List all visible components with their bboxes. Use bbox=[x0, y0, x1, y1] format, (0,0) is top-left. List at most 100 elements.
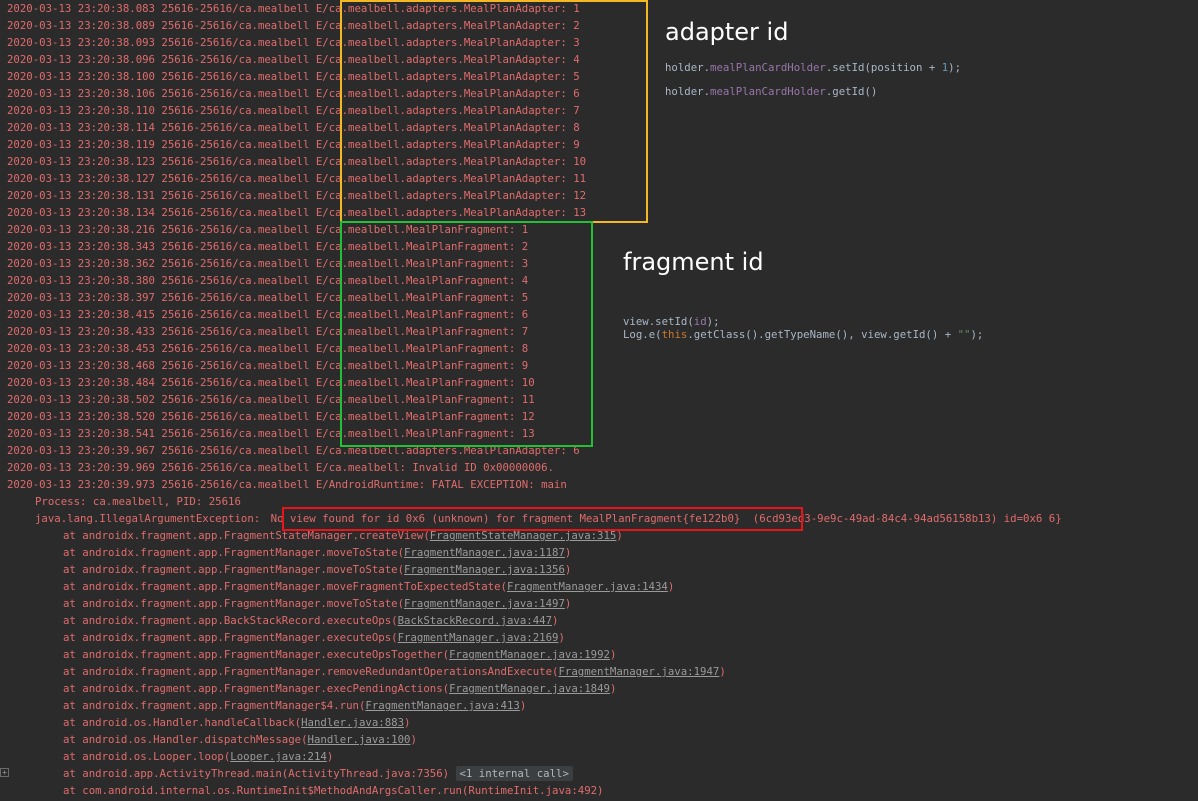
stack-method: at android.app.ActivityThread.main(Activ… bbox=[63, 767, 456, 780]
stack-frame: at androidx.fragment.app.FragmentManager… bbox=[0, 561, 1198, 578]
stack-frame: at android.app.ActivityThread.main(Activ… bbox=[0, 765, 1198, 782]
logcat-output[interactable]: 2020-03-13 23:20:38.083 25616-25616/ca.m… bbox=[0, 0, 1198, 799]
log-message: E/ca.mealbell.adapters.MealPlanAdapter: … bbox=[315, 155, 587, 168]
log-prefix: 2020-03-13 23:20:38.216 25616-25616/ca.m… bbox=[7, 223, 316, 236]
log-line: 2020-03-13 23:20:38.541 25616-25616/ca.m… bbox=[0, 425, 1198, 442]
stack-method: at androidx.fragment.app.FragmentManager… bbox=[63, 597, 405, 610]
stack-frame: at androidx.fragment.app.FragmentManager… bbox=[0, 595, 1198, 612]
source-link[interactable]: FragmentManager.java:1992 bbox=[449, 648, 610, 661]
log-prefix: 2020-03-13 23:20:38.096 25616-25616/ca.m… bbox=[7, 53, 316, 66]
log-message: E/ca.mealbell.MealPlanFragment: 11 bbox=[315, 393, 535, 406]
log-prefix: 2020-03-13 23:20:38.380 25616-25616/ca.m… bbox=[7, 274, 316, 287]
source-link[interactable]: Looper.java:214 bbox=[230, 750, 327, 763]
log-message: E/ca.mealbell.adapters.MealPlanAdapter: … bbox=[315, 53, 580, 66]
log-message: E/ca.mealbell.adapters.MealPlanAdapter: … bbox=[315, 138, 580, 151]
stack-end: ) bbox=[564, 546, 572, 559]
log-message: E/ca.mealbell: Invalid ID 0x00000006. bbox=[315, 461, 554, 474]
stack-end: ) bbox=[558, 631, 565, 644]
log-message: E/ca.mealbell.adapters.MealPlanAdapter: … bbox=[315, 172, 587, 185]
internal-calls-chip[interactable]: <1 internal call> bbox=[455, 766, 573, 781]
adapter-id-heading: adapter id bbox=[665, 18, 789, 46]
log-message: E/ca.mealbell.adapters.MealPlanAdapter: … bbox=[315, 70, 580, 83]
log-line: 2020-03-13 23:20:38.484 25616-25616/ca.m… bbox=[0, 374, 1198, 391]
source-link[interactable]: FragmentManager.java:1947 bbox=[558, 665, 719, 678]
log-prefix: 2020-03-13 23:20:39.973 25616-25616/ca.m… bbox=[7, 478, 316, 491]
log-message: E/ca.mealbell.MealPlanFragment: 4 bbox=[315, 274, 529, 287]
stack-end: ) bbox=[609, 648, 617, 661]
log-message: E/ca.mealbell.MealPlanFragment: 10 bbox=[315, 376, 535, 389]
log-line: 2020-03-13 23:20:38.502 25616-25616/ca.m… bbox=[0, 391, 1198, 408]
adapter-code-line-2: holder.mealPlanCardHolder.getId() bbox=[665, 85, 878, 98]
source-link[interactable]: Handler.java:883 bbox=[301, 716, 404, 729]
log-prefix: 2020-03-13 23:20:38.484 25616-25616/ca.m… bbox=[7, 376, 316, 389]
source-link[interactable]: Handler.java:100 bbox=[308, 733, 411, 746]
log-line: 2020-03-13 23:20:38.453 25616-25616/ca.m… bbox=[0, 340, 1198, 357]
log-prefix: 2020-03-13 23:20:38.397 25616-25616/ca.m… bbox=[7, 291, 316, 304]
stack-end: ) bbox=[616, 529, 623, 542]
stack-method: at androidx.fragment.app.FragmentManager… bbox=[63, 546, 405, 559]
log-message: E/ca.mealbell.MealPlanFragment: 12 bbox=[315, 410, 535, 423]
log-message: E/ca.mealbell.adapters.MealPlanAdapter: … bbox=[315, 206, 587, 219]
log-prefix: 2020-03-13 23:20:38.453 25616-25616/ca.m… bbox=[7, 342, 316, 355]
log-prefix: 2020-03-13 23:20:38.106 25616-25616/ca.m… bbox=[7, 87, 316, 100]
log-message: E/ca.mealbell.MealPlanFragment: 1 bbox=[315, 223, 529, 236]
log-line: 2020-03-13 23:20:38.083 25616-25616/ca.m… bbox=[0, 0, 1198, 17]
stack-end: ) bbox=[410, 733, 417, 746]
log-prefix: 2020-03-13 23:20:38.134 25616-25616/ca.m… bbox=[7, 206, 316, 219]
stack-method: at androidx.fragment.app.FragmentManager… bbox=[63, 682, 450, 695]
stack-method: at androidx.fragment.app.FragmentManager… bbox=[63, 665, 559, 678]
log-line: 2020-03-13 23:20:38.106 25616-25616/ca.m… bbox=[0, 85, 1198, 102]
log-prefix: 2020-03-13 23:20:38.093 25616-25616/ca.m… bbox=[7, 36, 316, 49]
stack-frame: at androidx.fragment.app.FragmentManager… bbox=[0, 544, 1198, 561]
log-prefix: 2020-03-13 23:20:38.415 25616-25616/ca.m… bbox=[7, 308, 316, 321]
source-link[interactable]: FragmentStateManager.java:315 bbox=[430, 529, 617, 542]
exception-line: java.lang.IllegalArgumentException: No v… bbox=[0, 510, 1198, 527]
stack-method: at androidx.fragment.app.BackStackRecord… bbox=[63, 614, 398, 627]
stack-end: ) bbox=[667, 580, 675, 593]
stack-end: ) bbox=[552, 614, 559, 627]
source-link[interactable]: FragmentManager.java:1434 bbox=[507, 580, 668, 593]
source-link[interactable]: FragmentManager.java:1187 bbox=[404, 546, 565, 559]
log-prefix: 2020-03-13 23:20:38.502 25616-25616/ca.m… bbox=[7, 393, 316, 406]
log-prefix: 2020-03-13 23:20:38.520 25616-25616/ca.m… bbox=[7, 410, 316, 423]
source-link[interactable]: FragmentManager.java:1356 bbox=[404, 563, 565, 576]
log-line: 2020-03-13 23:20:38.100 25616-25616/ca.m… bbox=[0, 68, 1198, 85]
stack-end: ) bbox=[326, 750, 334, 763]
stack-method: at android.os.Looper.loop( bbox=[63, 750, 231, 763]
log-message: E/ca.mealbell.adapters.MealPlanAdapter: … bbox=[315, 104, 580, 117]
log-line: 2020-03-13 23:20:38.362 25616-25616/ca.m… bbox=[0, 255, 1198, 272]
stack-frame: at androidx.fragment.app.FragmentManager… bbox=[0, 646, 1198, 663]
log-message: E/ca.mealbell.adapters.MealPlanAdapter: … bbox=[315, 87, 580, 100]
source-link[interactable]: FragmentManager.java:1497 bbox=[404, 597, 565, 610]
log-line: 2020-03-13 23:20:38.114 25616-25616/ca.m… bbox=[0, 119, 1198, 136]
log-line: 2020-03-13 23:20:38.433 25616-25616/ca.m… bbox=[0, 323, 1198, 340]
log-line: 2020-03-13 23:20:38.343 25616-25616/ca.m… bbox=[0, 238, 1198, 255]
log-message: E/ca.mealbell.MealPlanFragment: 7 bbox=[315, 325, 529, 338]
stack-frame: at androidx.fragment.app.FragmentManager… bbox=[0, 697, 1198, 714]
log-message: E/AndroidRuntime: FATAL EXCEPTION: main bbox=[315, 478, 567, 491]
source-link[interactable]: FragmentManager.java:2169 bbox=[398, 631, 559, 644]
source-link[interactable]: BackStackRecord.java:447 bbox=[398, 614, 552, 627]
source-link[interactable]: FragmentManager.java:413 bbox=[365, 699, 519, 712]
stack-method: at androidx.fragment.app.FragmentManager… bbox=[63, 648, 450, 661]
stack-frame: at android.os.Handler.handleCallback(Han… bbox=[0, 714, 1198, 731]
log-message: E/ca.mealbell.MealPlanFragment: 13 bbox=[315, 427, 535, 440]
stack-frame: at com.android.internal.os.RuntimeInit$M… bbox=[63, 784, 604, 797]
log-line: 2020-03-13 23:20:38.123 25616-25616/ca.m… bbox=[0, 153, 1198, 170]
stack-method: at androidx.fragment.app.FragmentStateMa… bbox=[63, 529, 430, 542]
source-link[interactable]: FragmentManager.java:1849 bbox=[449, 682, 610, 695]
exception-prefix: java.lang.IllegalArgumentException: bbox=[35, 512, 267, 525]
log-message: E/ca.mealbell.MealPlanFragment: 8 bbox=[315, 342, 529, 355]
log-message: E/ca.mealbell.adapters.MealPlanAdapter: … bbox=[315, 121, 580, 134]
log-line: 2020-03-13 23:20:38.415 25616-25616/ca.m… bbox=[0, 306, 1198, 323]
log-line: 2020-03-13 23:20:39.969 25616-25616/ca.m… bbox=[0, 459, 1198, 476]
log-line: 2020-03-13 23:20:38.131 25616-25616/ca.m… bbox=[0, 187, 1198, 204]
log-prefix: 2020-03-13 23:20:38.110 25616-25616/ca.m… bbox=[7, 104, 316, 117]
stack-end: ) bbox=[404, 716, 411, 729]
log-line: 2020-03-13 23:20:38.380 25616-25616/ca.m… bbox=[0, 272, 1198, 289]
stack-end: ) bbox=[519, 699, 527, 712]
log-prefix: 2020-03-13 23:20:38.114 25616-25616/ca.m… bbox=[7, 121, 316, 134]
fragment-id-heading: fragment id bbox=[623, 248, 764, 276]
expand-fold-icon[interactable]: + bbox=[0, 768, 9, 777]
log-message: E/ca.mealbell.MealPlanFragment: 3 bbox=[315, 257, 529, 270]
